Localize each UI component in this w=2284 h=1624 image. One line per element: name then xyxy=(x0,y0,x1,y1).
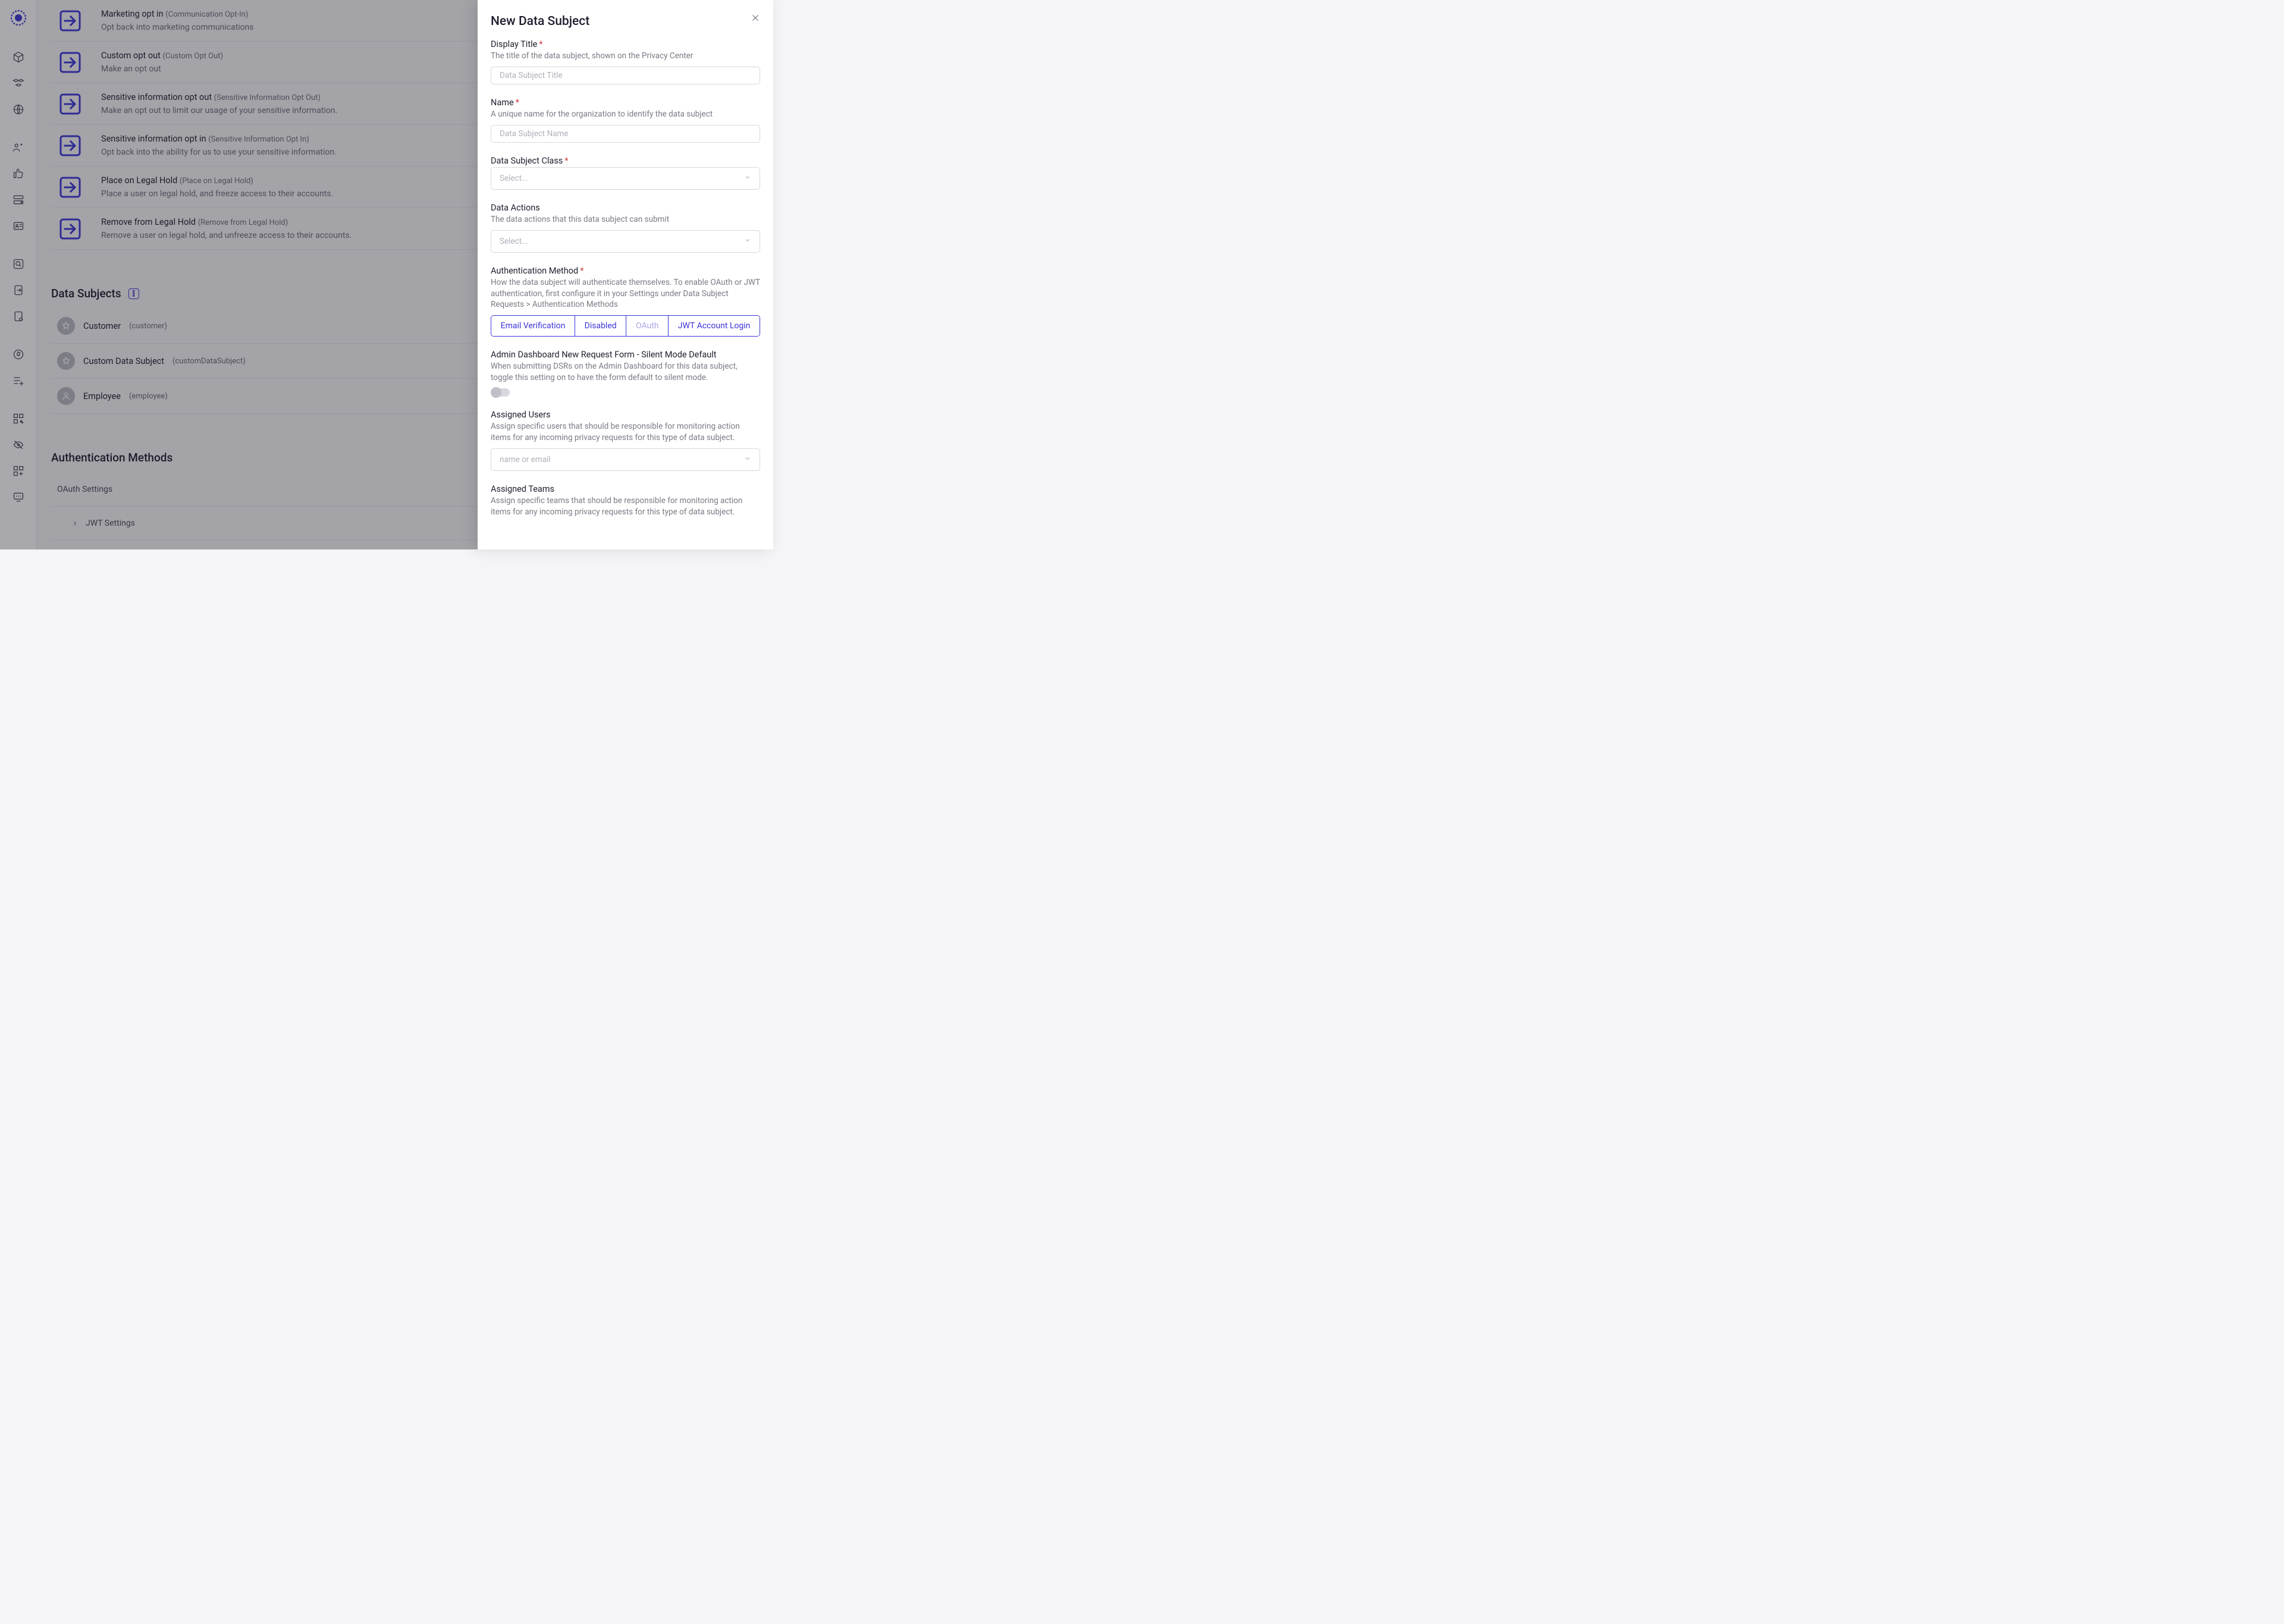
auth-option-oauth[interactable]: OAuth xyxy=(626,316,669,336)
label-assigned-users: Assigned Users xyxy=(491,410,760,420)
help-display-title: The title of the data subject, shown on … xyxy=(491,51,760,62)
help-assigned-teams: Assign specific teams that should be res… xyxy=(491,495,760,518)
input-name[interactable] xyxy=(491,125,760,143)
field-auth-method: Authentication Method* How the data subj… xyxy=(491,266,760,337)
select-assigned-users[interactable]: name or email xyxy=(491,448,760,471)
help-name: A unique name for the organization to id… xyxy=(491,109,760,120)
help-auth-method: How the data subject will authenticate t… xyxy=(491,277,760,311)
input-display-title[interactable] xyxy=(491,67,760,84)
label-display-title: Display Title* xyxy=(491,39,760,49)
label-class: Data Subject Class* xyxy=(491,156,760,166)
select-class[interactable]: Select... xyxy=(491,167,760,190)
field-class: Data Subject Class* Select... xyxy=(491,156,760,190)
label-assigned-teams: Assigned Teams xyxy=(491,484,760,494)
field-assigned-users: Assigned Users Assign specific users tha… xyxy=(491,410,760,471)
help-assigned-users: Assign specific users that should be res… xyxy=(491,421,760,444)
field-data-actions: Data Actions The data actions that this … xyxy=(491,203,760,253)
toggle-silent-mode[interactable] xyxy=(491,388,510,397)
close-button[interactable] xyxy=(748,11,763,25)
chevron-down-icon xyxy=(744,237,751,246)
label-name: Name* xyxy=(491,98,760,108)
chevron-down-icon xyxy=(744,174,751,183)
field-display-title: Display Title* The title of the data sub… xyxy=(491,39,760,84)
field-name: Name* A unique name for the organization… xyxy=(491,98,760,143)
label-data-actions: Data Actions xyxy=(491,203,760,213)
field-assigned-teams: Assigned Teams Assign specific teams tha… xyxy=(491,484,760,518)
auth-option-jwt[interactable]: JWT Account Login xyxy=(669,316,760,336)
label-silent-mode: Admin Dashboard New Request Form - Silen… xyxy=(491,350,760,360)
field-silent-mode: Admin Dashboard New Request Form - Silen… xyxy=(491,350,760,397)
drawer-title: New Data Subject xyxy=(491,14,760,29)
help-silent-mode: When submitting DSRs on the Admin Dashbo… xyxy=(491,361,760,384)
auth-option-disabled[interactable]: Disabled xyxy=(575,316,626,336)
auth-option-email[interactable]: Email Verification xyxy=(491,316,575,336)
label-auth-method: Authentication Method* xyxy=(491,266,760,276)
auth-method-segment: Email Verification Disabled OAuth JWT Ac… xyxy=(491,315,760,337)
new-data-subject-drawer: New Data Subject Display Title* The titl… xyxy=(478,0,773,549)
select-data-actions[interactable]: Select... xyxy=(491,230,760,253)
help-data-actions: The data actions that this data subject … xyxy=(491,214,760,225)
chevron-down-icon xyxy=(744,455,751,464)
